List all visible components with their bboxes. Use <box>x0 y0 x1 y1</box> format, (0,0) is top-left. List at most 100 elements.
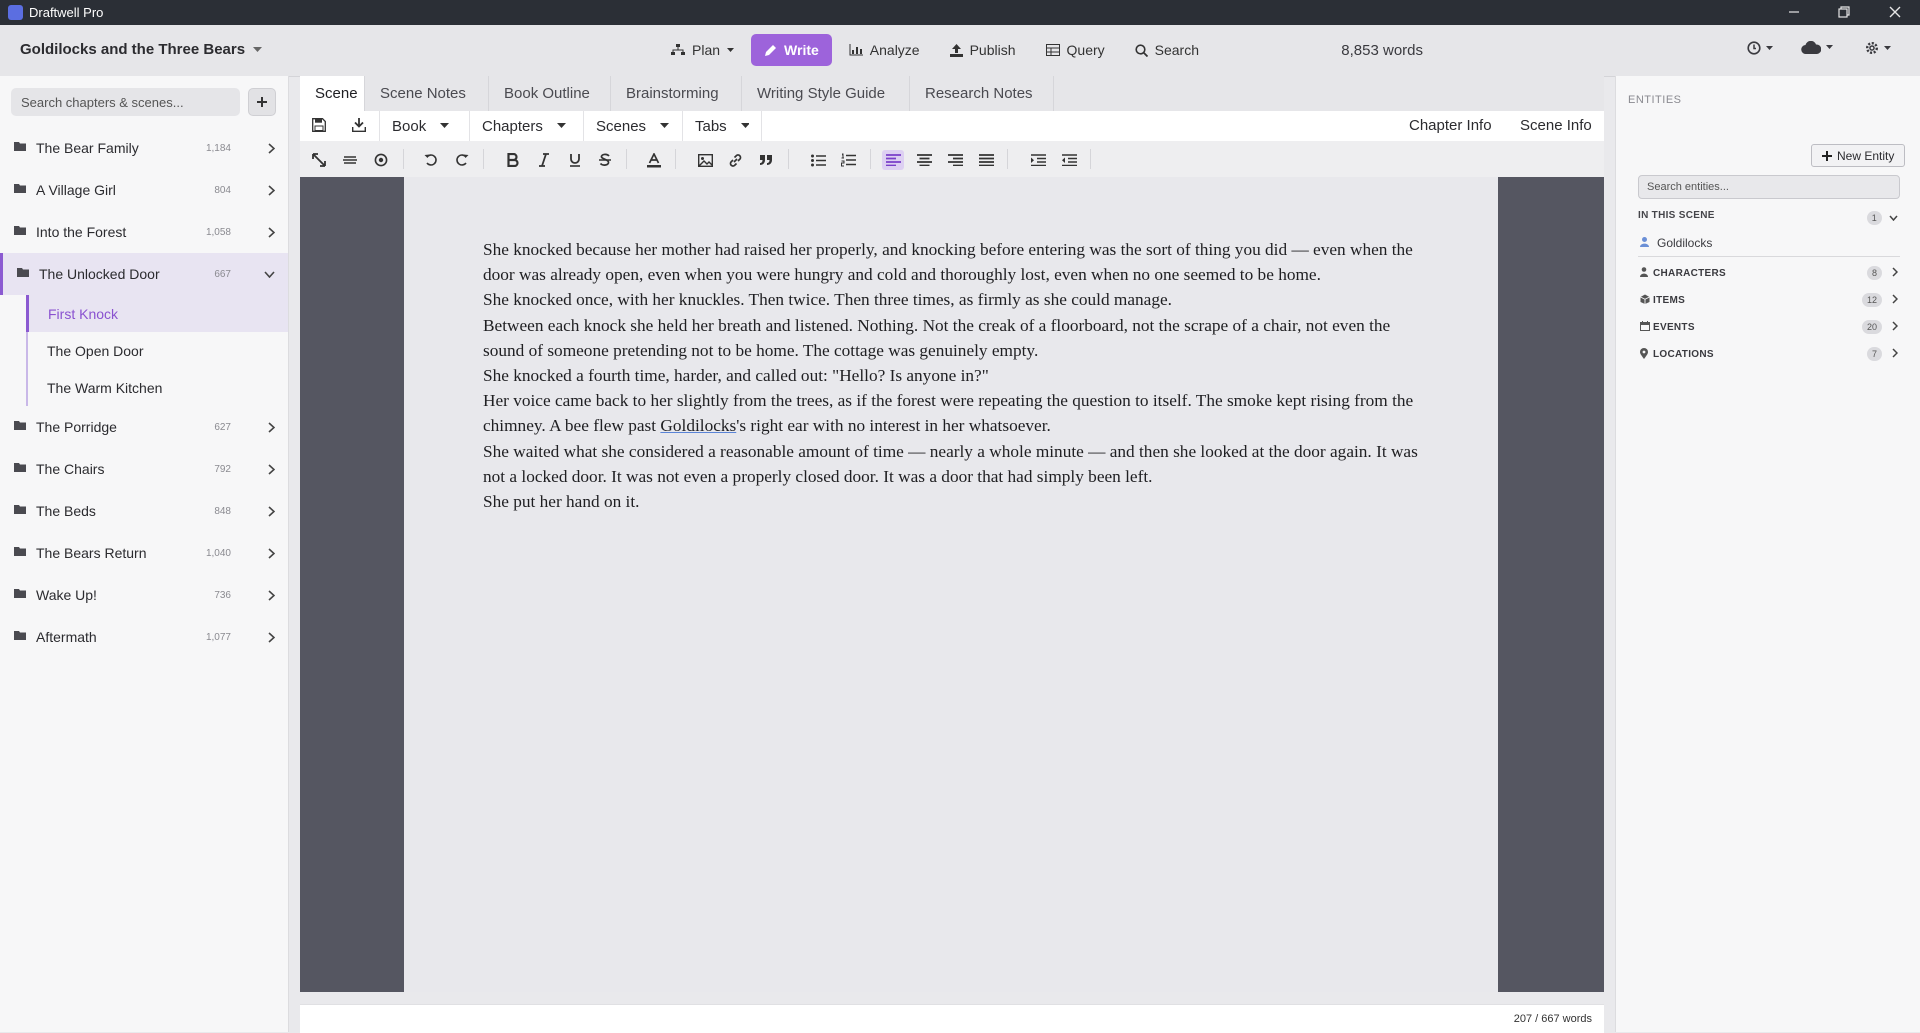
horizontal-rule-button[interactable] <box>339 150 361 170</box>
scene-info-button[interactable]: Scene Info <box>1520 117 1592 134</box>
scene-text[interactable]: She knocked because her mother had raise… <box>483 237 1433 514</box>
nav-publish-button[interactable]: Publish <box>937 34 1029 66</box>
chapter-item-expanded[interactable]: The Unlocked Door 667 <box>0 253 288 295</box>
close-icon[interactable] <box>1885 3 1905 22</box>
folder-icon <box>14 547 26 556</box>
nav-analyze-button[interactable]: Analyze <box>836 34 933 66</box>
align-center-button[interactable] <box>913 150 935 170</box>
settings-menu-button[interactable] <box>1865 41 1891 55</box>
category-characters[interactable]: CHARACTERS 8 <box>1638 262 1900 284</box>
chapter-item[interactable]: The Porridge 627 <box>0 406 288 448</box>
editor-page[interactable]: She knocked because her mother had raise… <box>404 177 1498 992</box>
bullet-list-icon <box>810 154 826 166</box>
strikethrough-button[interactable] <box>594 150 616 170</box>
align-right-button[interactable] <box>944 150 966 170</box>
blockquote-button[interactable] <box>755 150 777 170</box>
chapter-word-count: 627 <box>214 421 231 433</box>
save-button[interactable] <box>312 118 326 132</box>
chapter-word-count: 804 <box>214 184 231 196</box>
expand-button[interactable] <box>308 150 330 170</box>
category-events[interactable]: EVENTS 20 <box>1638 316 1900 338</box>
chevron-right-icon <box>268 184 275 196</box>
floppy-disk-icon <box>312 118 326 132</box>
insert-link-button[interactable] <box>724 150 746 170</box>
paragraph[interactable]: She waited what she considered a reasona… <box>483 439 1433 489</box>
paragraph[interactable]: Her voice came back to her slightly from… <box>483 388 1433 438</box>
tab-research-notes[interactable]: Research Notes <box>910 76 1054 111</box>
tab-scene-notes[interactable]: Scene Notes <box>365 76 489 111</box>
paragraph[interactable]: She knocked once, with her knuckles. The… <box>483 287 1433 312</box>
new-entity-button[interactable]: New Entity <box>1811 144 1906 167</box>
category-locations[interactable]: LOCATIONS 7 <box>1638 343 1900 365</box>
entity-search-input[interactable] <box>1638 175 1900 199</box>
nav-plan-button[interactable]: Plan <box>658 34 747 66</box>
insert-image-button[interactable] <box>694 150 716 170</box>
minimize-icon[interactable] <box>1784 3 1804 22</box>
scene-item-active[interactable]: First Knock <box>26 295 288 332</box>
chevron-right-icon <box>268 421 275 433</box>
chapter-search-input[interactable] <box>11 88 240 116</box>
chapter-item[interactable]: The Bear Family 1,184 <box>0 127 288 169</box>
focus-mode-button[interactable] <box>370 150 392 170</box>
scene-item[interactable]: The Warm Kitchen <box>26 369 288 406</box>
italic-button[interactable] <box>533 150 555 170</box>
nav-write-button[interactable]: Write <box>751 34 832 66</box>
chapter-item[interactable]: Wake Up! 736 <box>0 574 288 616</box>
indent-button[interactable] <box>1027 150 1049 170</box>
cloud-icon <box>1801 41 1821 54</box>
entity-mention-link[interactable]: Goldilocks <box>660 416 736 435</box>
align-left-button[interactable] <box>882 150 904 170</box>
nav-search-button[interactable]: Search <box>1122 34 1212 66</box>
chapter-item[interactable]: The Beds 848 <box>0 490 288 532</box>
strikethrough-icon <box>599 153 611 166</box>
bold-button[interactable] <box>502 150 524 170</box>
add-chapter-button[interactable] <box>248 88 276 116</box>
tab-book-outline[interactable]: Book Outline <box>489 76 611 111</box>
paragraph[interactable]: She knocked because her mother had raise… <box>483 237 1433 287</box>
bullet-list-button[interactable] <box>807 150 829 170</box>
undo-button[interactable] <box>420 150 442 170</box>
text-color-button[interactable] <box>643 150 665 170</box>
chapter-info-button[interactable]: Chapter Info <box>1409 117 1492 134</box>
folder-icon <box>14 226 26 235</box>
chapter-item[interactable]: Into the Forest 1,058 <box>0 211 288 253</box>
chapter-item[interactable]: Aftermath 1,077 <box>0 616 288 658</box>
chevron-right-icon <box>1892 348 1898 358</box>
redo-button[interactable] <box>451 150 473 170</box>
chapter-item[interactable]: The Bears Return 1,040 <box>0 532 288 574</box>
chapter-item[interactable]: A Village Girl 804 <box>0 169 288 211</box>
book-title-dropdown[interactable]: Goldilocks and the Three Bears <box>20 41 263 58</box>
entity-item[interactable]: Goldilocks <box>1638 229 1900 257</box>
book-dropdown[interactable]: Book <box>379 111 469 141</box>
help-menu-button[interactable] <box>1747 41 1773 55</box>
download-button[interactable] <box>352 118 366 132</box>
scene-item[interactable]: The Open Door <box>26 332 288 369</box>
outdent-button[interactable] <box>1058 150 1080 170</box>
chapter-item[interactable]: The Chairs 792 <box>0 448 288 490</box>
nav-query-button[interactable]: Query <box>1033 34 1118 66</box>
cloud-sync-button[interactable] <box>1801 41 1833 54</box>
numbered-list-icon <box>840 153 856 167</box>
app-logo-icon <box>8 5 23 20</box>
in-this-scene-header[interactable]: IN THIS SCENE 1 <box>1638 210 1900 228</box>
tab-writing-style-guide[interactable]: Writing Style Guide <box>742 76 910 111</box>
scenes-dropdown[interactable]: Scenes <box>583 111 682 141</box>
chapter-sidebar: The Bear Family 1,184 A Village Girl 804… <box>0 76 289 1032</box>
paragraph[interactable]: She put her hand on it. <box>483 489 1433 514</box>
restore-icon[interactable] <box>1834 3 1854 22</box>
paragraph[interactable]: She knocked a fourth time, harder, and c… <box>483 363 1433 388</box>
redo-icon <box>456 154 469 166</box>
tab-scene[interactable]: Scene <box>300 76 365 111</box>
justify-button[interactable] <box>975 150 997 170</box>
folder-icon <box>14 463 26 472</box>
indent-icon <box>1030 154 1046 166</box>
numbered-list-button[interactable] <box>837 150 859 170</box>
folder-icon <box>17 268 29 277</box>
tab-brainstorming[interactable]: Brainstorming <box>611 76 742 111</box>
count-badge: 20 <box>1861 320 1882 334</box>
paragraph[interactable]: Between each knock she held her breath a… <box>483 313 1433 363</box>
category-items[interactable]: ITEMS 12 <box>1638 289 1900 311</box>
chapters-dropdown[interactable]: Chapters <box>469 111 583 141</box>
tabs-dropdown[interactable]: Tabs <box>682 111 762 141</box>
underline-button[interactable] <box>564 150 586 170</box>
